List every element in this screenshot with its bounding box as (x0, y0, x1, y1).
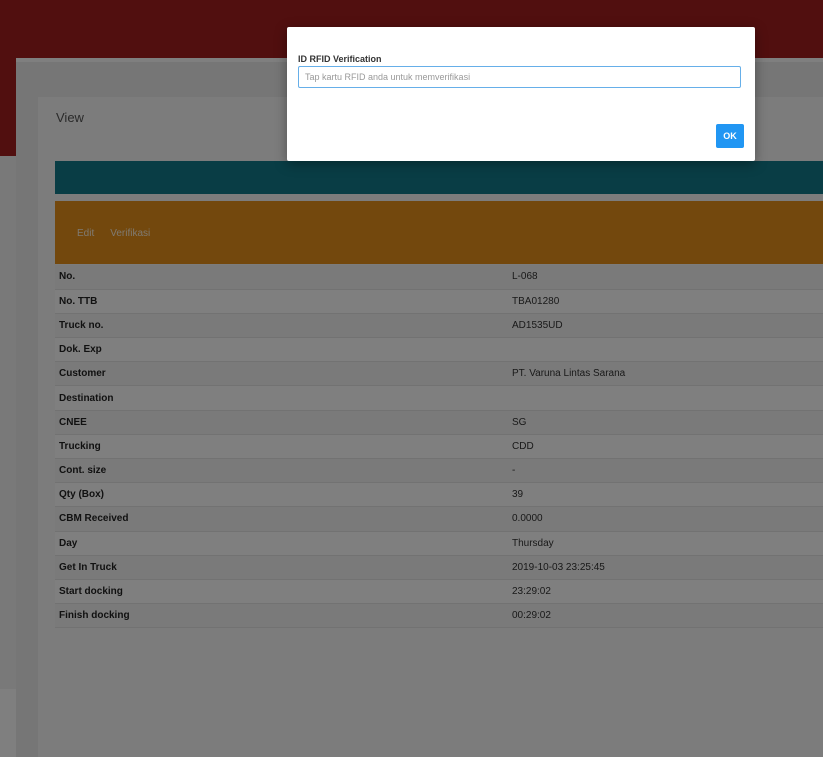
rfid-input[interactable] (298, 66, 741, 88)
rfid-verification-modal: ID RFID Verification OK (287, 27, 755, 161)
rfid-field-label: ID RFID Verification (298, 54, 382, 64)
ok-button[interactable]: OK (716, 124, 744, 148)
